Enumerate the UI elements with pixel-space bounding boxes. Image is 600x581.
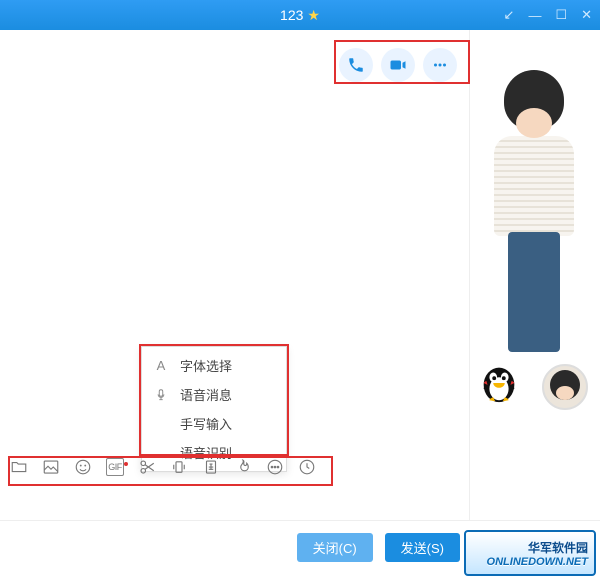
chat-pane: A 字体选择 语音消息 手写输入 语音识别 GIF	[0, 30, 470, 520]
title-bar: 123 ★ ↙ — ☐ ✕	[0, 0, 600, 30]
annotation-highlight-toolbar	[8, 456, 333, 486]
logo-zh: 华军软件园	[528, 539, 588, 556]
logo-en: ONLINEDOWN.NET	[487, 556, 588, 568]
close-button[interactable]: 关闭(C)	[297, 533, 373, 562]
side-pane	[470, 30, 600, 520]
contact-avatar-small[interactable]	[542, 364, 588, 410]
contact-avatar-large	[488, 70, 580, 360]
annotation-highlight-top	[334, 40, 470, 84]
minimize-icon[interactable]: —	[528, 8, 541, 23]
title-text: 123	[280, 7, 303, 23]
close-icon[interactable]: ✕	[581, 7, 592, 23]
window-title: 123 ★	[280, 7, 320, 24]
star-icon: ★	[307, 7, 320, 24]
watermark-logo: 华军软件园 ONLINEDOWN.NET	[464, 530, 596, 576]
annotation-highlight-menu	[139, 344, 289, 456]
qq-penguin-icon	[476, 360, 522, 406]
bottom-bar: 关闭(C) 发送(S) 华军软件园 ONLINEDOWN.NET	[0, 520, 600, 580]
send-button[interactable]: 发送(S)	[385, 533, 460, 562]
main-area: A 字体选择 语音消息 手写输入 语音识别 GIF	[0, 30, 600, 520]
pin-icon[interactable]: ↙	[504, 7, 515, 23]
maximize-icon[interactable]: ☐	[555, 7, 567, 23]
